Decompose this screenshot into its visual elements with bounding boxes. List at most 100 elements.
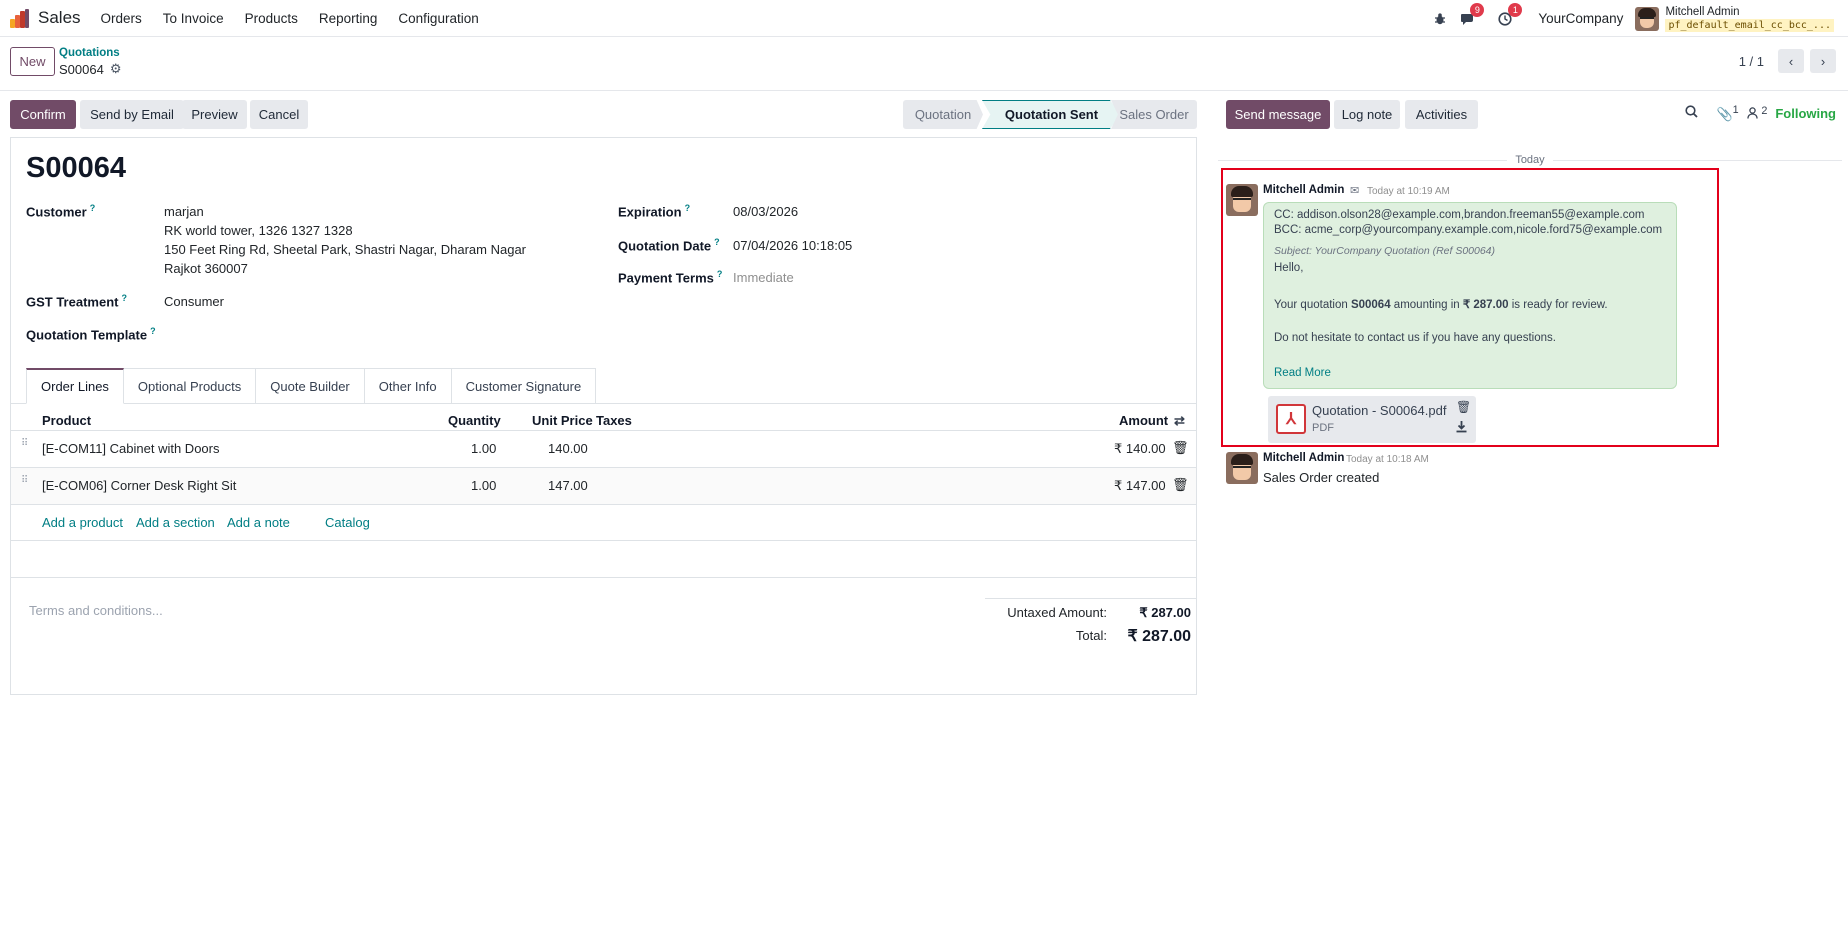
- quotation-date-field[interactable]: 07/04/2026 10:18:05: [733, 236, 852, 255]
- message-author-avatar[interactable]: [1226, 452, 1258, 484]
- log-note-button[interactable]: Log note: [1334, 100, 1400, 129]
- envelope-icon: ✉: [1350, 185, 1360, 197]
- add-product-link[interactable]: Add a product: [42, 515, 123, 530]
- payment-terms-field[interactable]: Immediate: [733, 268, 794, 287]
- user-avatar[interactable]: [1635, 6, 1660, 31]
- menu-configuration[interactable]: Configuration: [398, 11, 478, 26]
- line-quantity[interactable]: 1.00: [471, 441, 496, 456]
- stage-quotation-sent[interactable]: Quotation Sent: [982, 100, 1121, 129]
- preview-button[interactable]: Preview: [182, 100, 247, 129]
- line-unit-price[interactable]: 140.00: [548, 441, 588, 456]
- stage-quotation[interactable]: Quotation: [903, 100, 983, 129]
- drag-handle-icon[interactable]: ⠿: [21, 439, 29, 455]
- form-notebook: Order Lines Optional Products Quote Buil…: [26, 368, 597, 404]
- activities-clock-icon[interactable]: 1: [1498, 2, 1523, 26]
- tab-other-info[interactable]: Other Info: [364, 368, 452, 404]
- date-separator: Today: [1218, 154, 1842, 166]
- message-subject: Subject: YourCompany Quotation (Ref S000…: [1274, 245, 1496, 257]
- message-time: Today at 10:18 AM: [1346, 454, 1429, 465]
- read-more-link[interactable]: Read More: [1274, 367, 1331, 379]
- message-author-avatar[interactable]: [1226, 184, 1258, 216]
- delete-line-trash-icon[interactable]: 🗑: [1172, 440, 1189, 456]
- line-quantity[interactable]: 1.00: [471, 478, 496, 493]
- optional-columns-icon[interactable]: ⇄: [1174, 413, 1185, 429]
- table-row[interactable]: ⠿ [E-COM11] Cabinet with Doors 1.00 140.…: [11, 430, 1196, 467]
- tab-optional-products[interactable]: Optional Products: [123, 368, 257, 404]
- menu-orders[interactable]: Orders: [101, 11, 142, 26]
- following-button[interactable]: Following: [1775, 106, 1836, 121]
- messages-icon[interactable]: 9: [1460, 2, 1485, 26]
- debug-bug-icon[interactable]: [1434, 12, 1446, 25]
- quotation-date-label: Quotation Date?: [618, 237, 720, 254]
- catalog-link[interactable]: Catalog: [325, 515, 370, 530]
- tab-customer-signature[interactable]: Customer Signature: [451, 368, 597, 404]
- breadcrumb-quotations[interactable]: Quotations: [59, 47, 120, 59]
- new-button[interactable]: New: [10, 47, 55, 76]
- column-quantity[interactable]: Quantity: [448, 413, 501, 428]
- company-switcher[interactable]: YourCompany: [1538, 11, 1623, 26]
- download-icon[interactable]: [1456, 421, 1467, 436]
- message-cc: CC: addison.olson28@example.com,brandon.…: [1274, 209, 1645, 221]
- pager-value[interactable]: 1 / 1: [1739, 54, 1764, 69]
- expiration-field[interactable]: 08/03/2026: [733, 202, 798, 221]
- add-section-link[interactable]: Add a section: [136, 515, 215, 530]
- add-note-link[interactable]: Add a note: [227, 515, 290, 530]
- table-row[interactable]: ⠿ [E-COM06] Corner Desk Right Sit 1.00 1…: [11, 467, 1196, 504]
- line-product[interactable]: [E-COM06] Corner Desk Right Sit: [42, 478, 236, 493]
- quotation-template-label: Quotation Template?: [26, 326, 156, 343]
- menu-to-invoice[interactable]: To Invoice: [163, 11, 224, 26]
- stage-sales-order[interactable]: Sales Order: [1111, 100, 1197, 129]
- attachment-name[interactable]: Quotation - S00064.pdf: [1312, 403, 1446, 418]
- gear-icon[interactable]: ⚙: [110, 61, 122, 77]
- terms-and-conditions-field[interactable]: Terms and conditions...: [29, 603, 163, 618]
- message-time: Today at 10:19 AM: [1367, 186, 1450, 197]
- pager-next-button[interactable]: ›: [1810, 49, 1836, 73]
- page-title: S00064: [26, 152, 126, 184]
- gst-treatment-field[interactable]: Consumer: [164, 292, 224, 311]
- tab-order-lines[interactable]: Order Lines: [26, 368, 124, 404]
- tab-quote-builder[interactable]: Quote Builder: [256, 368, 365, 404]
- message-greeting: Hello,: [1274, 262, 1304, 274]
- delete-attachment-trash-icon[interactable]: 🗑: [1456, 400, 1471, 414]
- confirm-button[interactable]: Confirm: [10, 100, 76, 129]
- menu-products[interactable]: Products: [245, 11, 298, 26]
- customer-name: marjan: [164, 204, 204, 219]
- menu-reporting[interactable]: Reporting: [319, 11, 378, 26]
- message-author[interactable]: Mitchell Admin: [1263, 452, 1344, 464]
- sales-app-icon[interactable]: [10, 8, 29, 28]
- line-unit-price[interactable]: 147.00: [548, 478, 588, 493]
- attachment-card[interactable]: ⅄ Quotation - S00064.pdf PDF 🗑: [1268, 396, 1476, 443]
- attachment-type: PDF: [1312, 422, 1334, 434]
- activities-button[interactable]: Activities: [1405, 100, 1478, 129]
- column-taxes[interactable]: Taxes: [596, 413, 632, 428]
- message-author[interactable]: Mitchell Admin: [1263, 184, 1344, 196]
- untaxed-amount-value: ₹ 287.00: [1139, 605, 1191, 620]
- customer-address-line2: 150 Feet Ring Rd, Sheetal Park, Shastri …: [164, 242, 527, 257]
- send-message-button[interactable]: Send message: [1226, 100, 1330, 129]
- message-body: Sales Order created: [1263, 470, 1380, 485]
- attachments-button[interactable]: 📎1: [1716, 104, 1738, 122]
- user-menu[interactable]: Mitchell Admin pf_default_email_cc_bcc_.…: [1665, 6, 1834, 32]
- column-unit-price[interactable]: Unit Price: [532, 413, 593, 428]
- total-value: ₹ 287.00: [1127, 628, 1191, 645]
- pager-previous-button[interactable]: ‹: [1778, 49, 1804, 73]
- paperclip-icon: 📎: [1716, 106, 1733, 122]
- payment-terms-label: Payment Terms?: [618, 269, 723, 286]
- column-amount[interactable]: Amount: [1119, 413, 1168, 428]
- app-name[interactable]: Sales: [38, 8, 81, 28]
- form-statusbar: Confirm Send by Email Preview Cancel Quo…: [10, 100, 1197, 129]
- search-icon[interactable]: [1685, 105, 1699, 121]
- total-label: Total:: [1075, 628, 1107, 643]
- followers-button[interactable]: 2: [1747, 104, 1768, 122]
- customer-field[interactable]: marjan RK world tower, 1326 1327 1328 15…: [164, 202, 526, 278]
- cancel-button[interactable]: Cancel: [250, 100, 308, 129]
- delete-line-trash-icon[interactable]: 🗑: [1172, 477, 1189, 493]
- drag-handle-icon[interactable]: ⠿: [21, 476, 29, 492]
- message-bubble: CC: addison.olson28@example.com,brandon.…: [1263, 202, 1677, 389]
- followers-count: 2: [1761, 104, 1768, 117]
- line-product[interactable]: [E-COM11] Cabinet with Doors: [42, 441, 220, 456]
- form-sheet: S00064 Customer? marjan RK world tower, …: [10, 137, 1197, 695]
- send-by-email-button[interactable]: Send by Email: [80, 100, 184, 129]
- untaxed-amount-label: Untaxed Amount:: [1007, 605, 1107, 620]
- column-product[interactable]: Product: [42, 413, 91, 428]
